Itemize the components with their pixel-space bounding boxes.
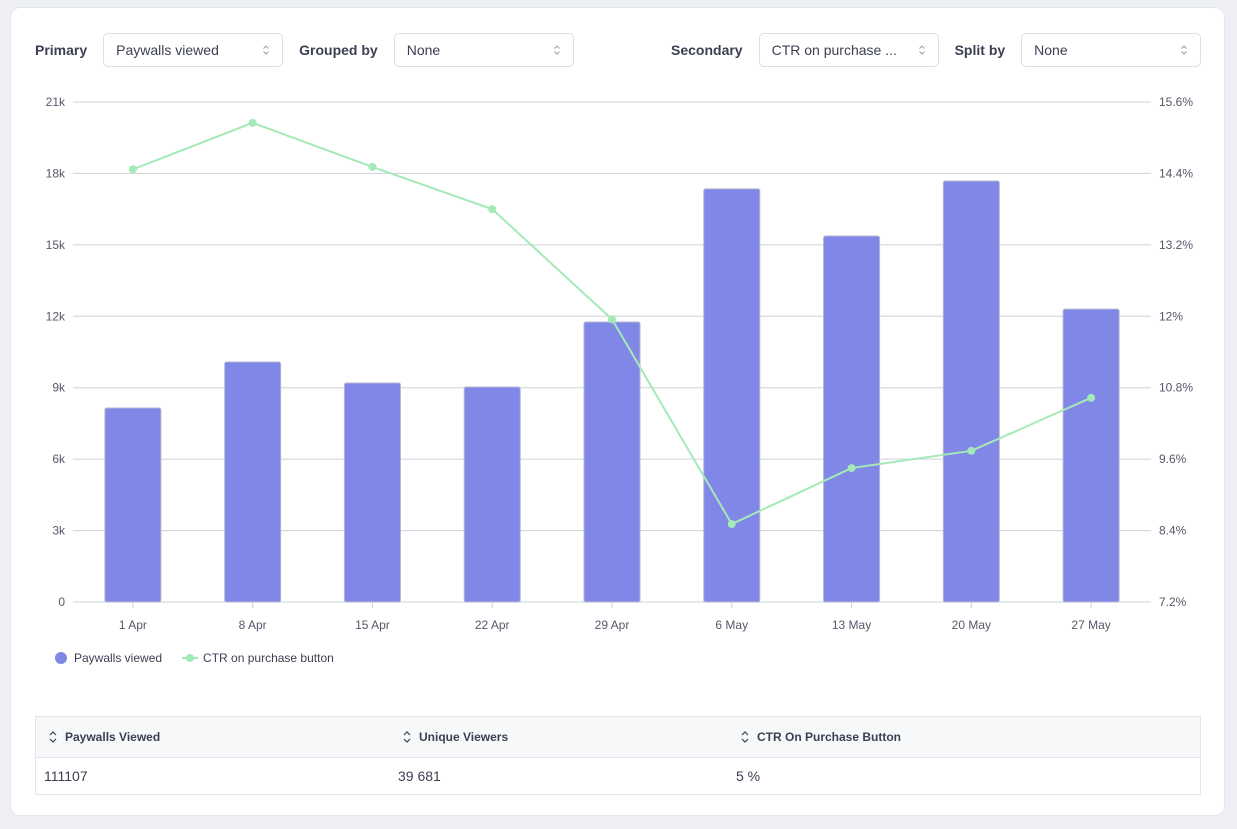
y-axis-tick-label: 12k xyxy=(46,309,66,323)
y-axis-tick-label: 0 xyxy=(58,595,65,609)
bar-swatch-icon xyxy=(55,652,67,664)
y2-axis-tick-label: 8.4% xyxy=(1159,524,1187,538)
chart-card: Primary Paywalls viewed Grouped by None … xyxy=(10,7,1225,816)
y-axis-tick-label: 15k xyxy=(46,238,66,252)
chart-legend: Paywalls viewed CTR on purchase button xyxy=(55,651,354,665)
combo-chart: 0 3k 6k 9k 12k 15k 18k 21k 7.2% 8.4% 9.6% 10.8% 12% 1… xyxy=(11,88,1226,648)
primary-label: Primary xyxy=(35,42,88,58)
cell-unique-viewers: 39 681 xyxy=(398,768,441,784)
bar xyxy=(104,407,162,603)
secondary-metric-select[interactable]: CTR on purchase ... xyxy=(758,33,939,67)
column-header-unique-viewers[interactable]: Unique Viewers xyxy=(390,730,728,744)
sort-icon xyxy=(403,731,411,743)
legend-label: Paywalls viewed xyxy=(74,651,163,665)
secondary-metric-value: CTR on purchase ... xyxy=(771,42,897,58)
legend-item-ctr[interactable]: CTR on purchase button xyxy=(182,651,334,665)
line-swatch-icon xyxy=(182,653,199,663)
split-by-select[interactable]: None xyxy=(1021,33,1202,67)
bar xyxy=(343,382,401,603)
x-axis-tick-label: 6 May xyxy=(715,618,748,632)
legend-item-paywalls-viewed[interactable]: Paywalls viewed xyxy=(55,651,162,665)
summary-table: Paywalls Viewed Unique Viewers CTR On Pu… xyxy=(35,716,1201,795)
chevron-up-down-icon xyxy=(263,45,270,55)
ctr-point xyxy=(608,315,616,324)
chevron-up-down-icon xyxy=(553,45,560,55)
y2-axis-tick-label: 12% xyxy=(1159,309,1183,323)
secondary-label: Secondary xyxy=(671,42,743,58)
bar xyxy=(583,321,641,603)
ctr-point xyxy=(488,205,497,214)
bar xyxy=(1062,308,1120,603)
y2-axis-tick-label: 14.4% xyxy=(1159,166,1193,180)
cell-ctr: 5 % xyxy=(736,768,761,784)
split-by-label: Split by xyxy=(954,42,1006,58)
x-axis-tick-label: 22 Apr xyxy=(475,618,510,632)
x-axis-tick-label: 1 Apr xyxy=(119,618,147,632)
ctr-point xyxy=(248,118,257,127)
x-axis-tick-label: 13 May xyxy=(832,618,871,632)
y-axis-tick-label: 18k xyxy=(46,166,66,180)
chevron-up-down-icon xyxy=(918,45,925,55)
x-axis-tick-label: 29 Apr xyxy=(595,618,630,632)
bar xyxy=(463,386,521,603)
bar xyxy=(942,180,1000,603)
y2-axis-tick-label: 13.2% xyxy=(1159,238,1193,252)
ctr-point xyxy=(1087,393,1096,402)
y-axis-tick-label: 6k xyxy=(52,452,66,466)
bars xyxy=(104,180,1120,603)
x-axis-tick-label: 8 Apr xyxy=(239,618,267,632)
ctr-point xyxy=(128,165,137,174)
sort-icon xyxy=(49,731,57,743)
column-header-label: Paywalls Viewed xyxy=(65,730,161,744)
bar xyxy=(823,235,881,603)
sort-icon xyxy=(741,731,749,743)
x-axis-tick-label: 15 Apr xyxy=(355,618,390,632)
bar xyxy=(224,361,282,603)
bar xyxy=(703,188,761,603)
primary-metric-value: Paywalls viewed xyxy=(116,42,219,58)
column-header-label: CTR On Purchase Button xyxy=(757,730,902,744)
x-axis-tick-label: 20 May xyxy=(952,618,991,632)
column-header-paywalls-viewed[interactable]: Paywalls Viewed xyxy=(36,730,390,744)
grouped-by-label: Grouped by xyxy=(299,42,378,58)
chevron-up-down-icon xyxy=(1181,45,1188,55)
chart-svg: 0 3k 6k 9k 12k 15k 18k 21k 7.2% 8.4% 9.6% 10.8% 12% 1… xyxy=(46,95,1194,632)
y-axis-tick-label: 3k xyxy=(52,524,66,538)
primary-metric-select[interactable]: Paywalls viewed xyxy=(103,33,284,67)
y-axis-tick-label: 9k xyxy=(52,381,66,395)
table-header-row: Paywalls Viewed Unique Viewers CTR On Pu… xyxy=(36,717,1200,758)
grouped-by-select[interactable]: None xyxy=(393,33,574,67)
ctr-point xyxy=(368,162,377,171)
ctr-point xyxy=(967,446,976,455)
y2-axis-tick-label: 15.6% xyxy=(1159,95,1193,109)
y-axis-tick-label: 21k xyxy=(46,95,66,109)
grouped-by-value: None xyxy=(406,42,441,58)
legend-label: CTR on purchase button xyxy=(203,651,334,665)
table-row: 111107 39 681 5 % xyxy=(36,758,1200,794)
secondary-controls: Secondary CTR on purchase ... Split by N… xyxy=(671,32,1202,68)
column-header-label: Unique Viewers xyxy=(419,730,509,744)
y2-axis-tick-label: 7.2% xyxy=(1159,595,1187,609)
y2-axis-tick-label: 9.6% xyxy=(1159,452,1187,466)
x-axis-tick-label: 27 May xyxy=(1071,618,1110,632)
split-by-value: None xyxy=(1034,42,1068,58)
primary-controls: Primary Paywalls viewed Grouped by None xyxy=(35,32,590,68)
ctr-point xyxy=(847,464,856,473)
ctr-point xyxy=(727,520,736,529)
cell-paywalls-viewed: 111107 xyxy=(44,768,88,784)
column-header-ctr[interactable]: CTR On Purchase Button xyxy=(728,730,1200,744)
y2-axis-tick-label: 10.8% xyxy=(1159,381,1193,395)
